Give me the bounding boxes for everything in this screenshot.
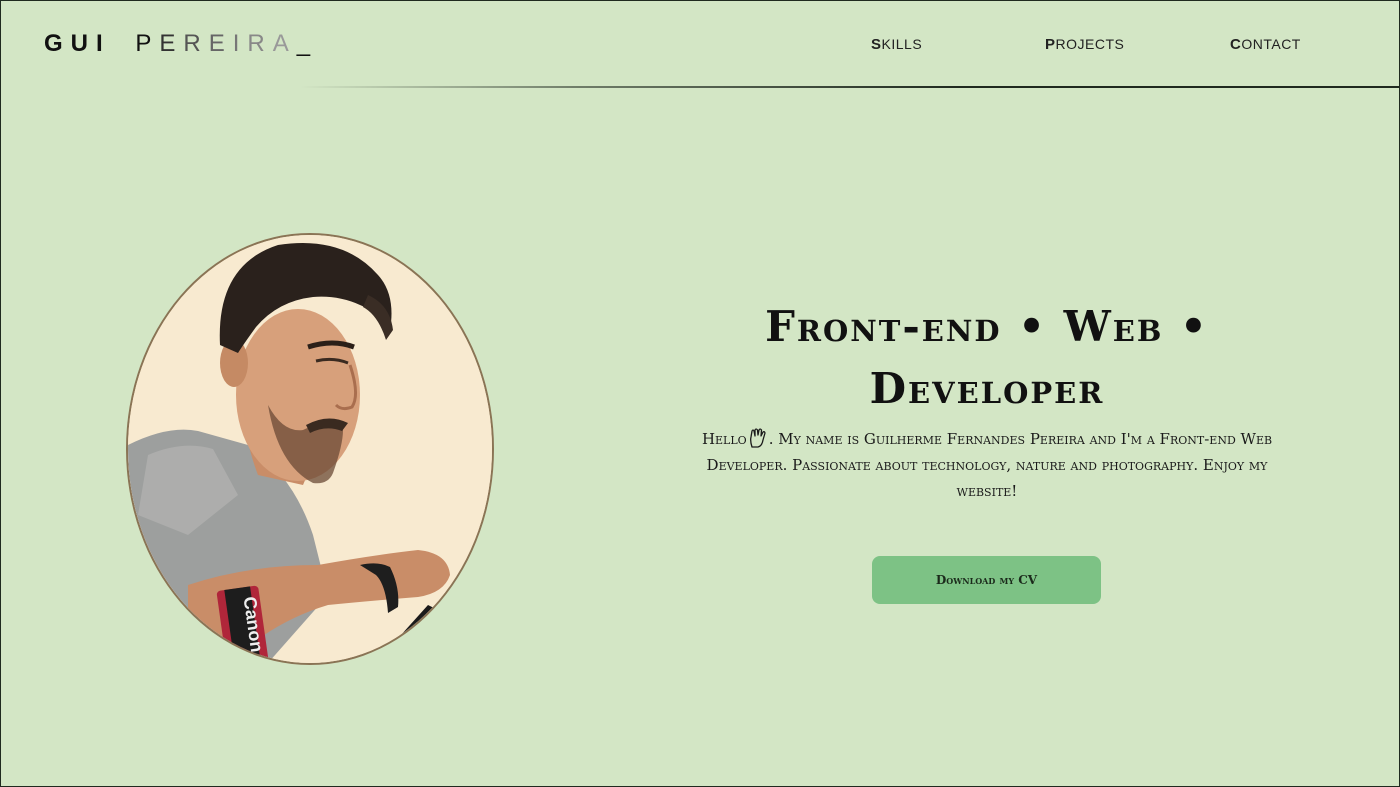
- hero-desc-body: . My name is Guilherme Fernandes Pereira…: [706, 430, 1273, 500]
- logo-letter: I: [232, 30, 248, 57]
- site-logo[interactable]: GUI PEREIRA_: [44, 30, 318, 58]
- logo-last-name: PEREIRA_: [135, 30, 318, 58]
- hero-title-line-2: Developer: [869, 364, 1105, 413]
- logo-first-name: GUI: [44, 30, 111, 57]
- hero-description: Hello . My name is Guilherme Fernandes P…: [700, 426, 1274, 504]
- logo-cursor: _: [296, 30, 319, 57]
- profile-photo-illustration: Canon: [128, 235, 492, 663]
- logo-letter: E: [159, 30, 184, 57]
- logo-letter: P: [135, 30, 160, 57]
- logo-letter: E: [208, 30, 233, 57]
- logo-letter: A: [272, 30, 297, 57]
- nav-link-projects[interactable]: PROJECTS: [1045, 36, 1124, 53]
- nav-link-contact[interactable]: CONTACT: [1230, 36, 1301, 53]
- download-cv-button[interactable]: Download my CV: [872, 556, 1101, 604]
- hero-title: Front-end • Web • Developer: [700, 296, 1274, 420]
- nav-link-skills[interactable]: SKILLS: [871, 36, 922, 53]
- hero-title-line-1: Front-end • Web •: [765, 302, 1209, 351]
- profile-photo: Canon: [126, 233, 494, 665]
- header-divider: [300, 86, 1400, 88]
- hero-desc-greeting: Hello: [701, 430, 747, 448]
- logo-letter: R: [247, 30, 273, 57]
- vulcan-salute-icon: [749, 428, 766, 448]
- logo-letter: R: [183, 30, 209, 57]
